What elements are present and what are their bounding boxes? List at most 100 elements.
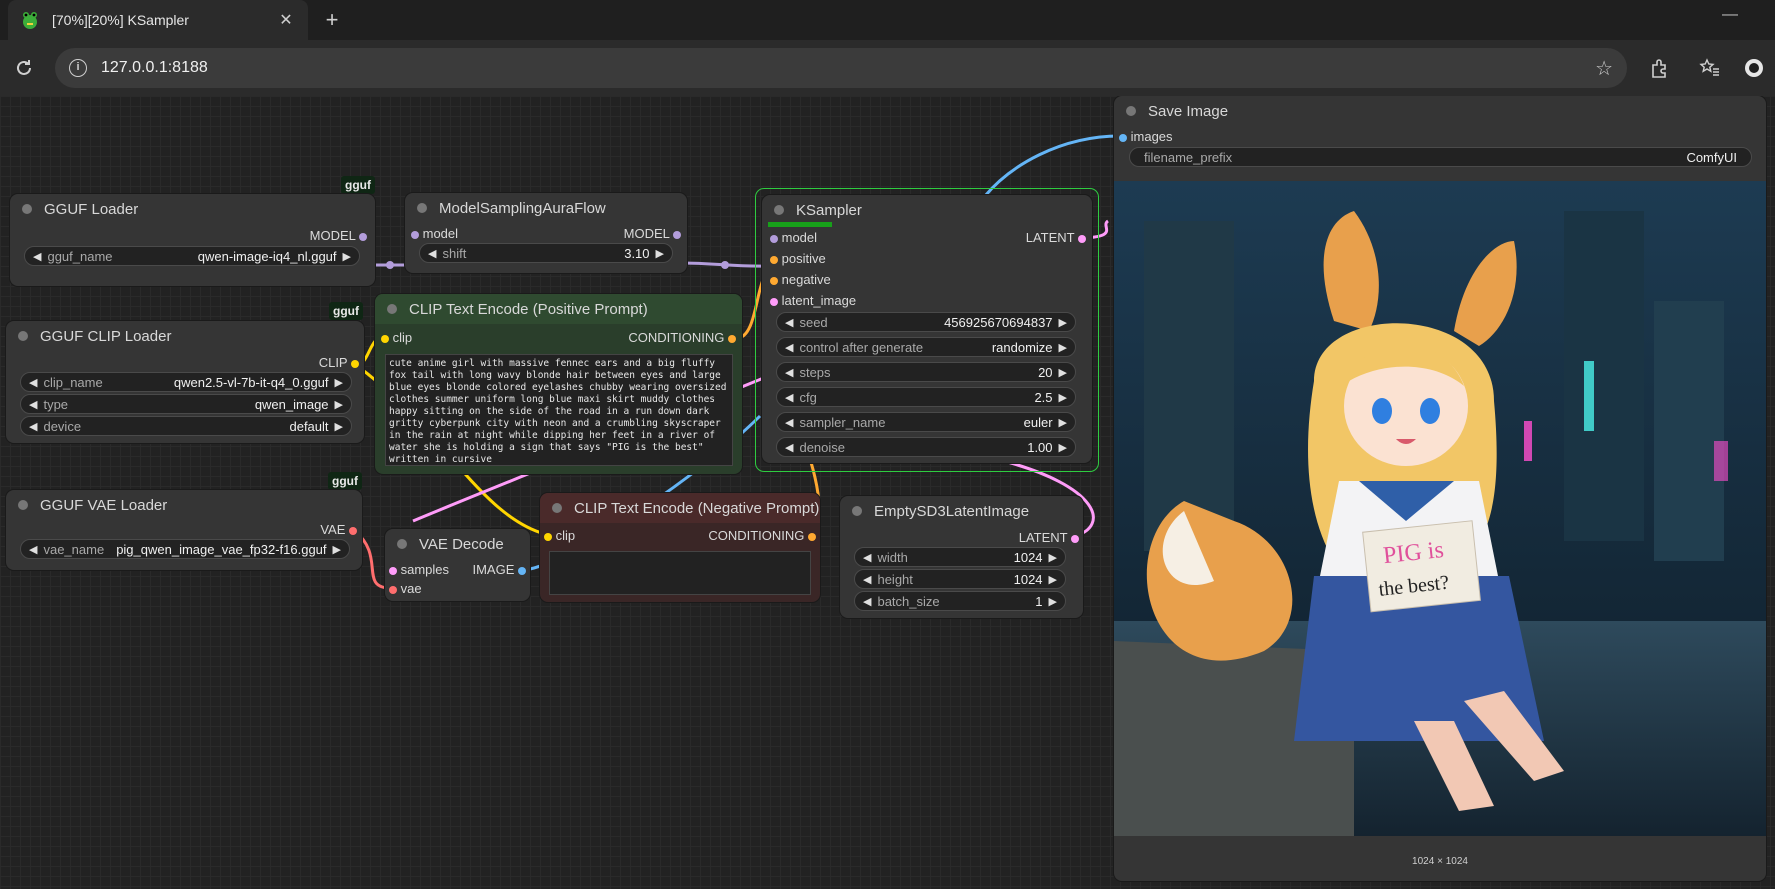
extensions-icon[interactable]: [1645, 54, 1673, 82]
denoise-widget[interactable]: ◀ denoise 1.00 ▶: [776, 437, 1076, 457]
right-arrow-icon[interactable]: ▶: [335, 376, 343, 389]
collapse-dot-icon[interactable]: [1126, 106, 1136, 116]
node-title: Save Image: [1148, 102, 1229, 120]
images-input-socket[interactable]: [1119, 133, 1127, 142]
node-title: GGUF CLIP Loader: [40, 327, 172, 345]
model-sampling-node[interactable]: ModelSamplingAuraFlow model MODEL ◀ shift…: [405, 193, 687, 273]
save-image-node[interactable]: Save Image images filename_prefix ComfyUI: [1114, 96, 1766, 881]
wire-image: [983, 134, 1121, 197]
node-title: CLIP Text Encode (Negative Prompt): [574, 499, 820, 517]
info-icon[interactable]: i: [69, 59, 87, 77]
latent-output-socket[interactable]: [1071, 534, 1079, 543]
model-output-socket[interactable]: [673, 230, 681, 239]
negative-prompt-node[interactable]: CLIP Text Encode (Negative Prompt) clip …: [540, 493, 820, 602]
sampler-name-widget[interactable]: ◀ sampler_name euler ▶: [776, 412, 1076, 432]
steps-widget[interactable]: ◀ steps 20 ▶: [776, 362, 1076, 382]
right-arrow-icon[interactable]: ▶: [335, 420, 343, 433]
node-title: ModelSamplingAuraFlow: [439, 199, 606, 217]
gguf-clip-loader-node[interactable]: GGUF CLIP Loader CLIP ◀ clip_name qwen2.5-…: [6, 321, 364, 443]
gguf-badge: gguf: [329, 302, 363, 320]
conditioning-output-socket[interactable]: [808, 532, 816, 541]
height-widget[interactable]: ◀ height 1024 ▶: [854, 569, 1066, 589]
clip-name-widget[interactable]: ◀ clip_name qwen2.5-vl-7b-it-q4_0.gguf ▶: [20, 372, 352, 392]
collapse-dot-icon[interactable]: [417, 203, 427, 213]
gguf-name-widget[interactable]: ◀ gguf_name qwen-image-iq4_nl.gguf ▶: [24, 246, 360, 266]
right-arrow-icon[interactable]: ▶: [333, 543, 341, 556]
cfg-widget[interactable]: ◀ cfg 2.5 ▶: [776, 387, 1076, 407]
node-title: VAE Decode: [419, 535, 504, 553]
collapse-dot-icon[interactable]: [552, 503, 562, 513]
left-arrow-icon[interactable]: ◀: [428, 247, 436, 260]
batch-size-widget[interactable]: ◀ batch_size 1 ▶: [854, 591, 1066, 611]
output-label: MODEL: [309, 228, 356, 243]
gguf-badge: gguf: [341, 176, 375, 194]
reload-icon[interactable]: [10, 54, 38, 82]
positive-input-socket[interactable]: [770, 255, 778, 264]
node-title: GGUF Loader: [44, 200, 139, 218]
latent-input-socket[interactable]: [770, 297, 778, 306]
model-input-socket[interactable]: [770, 234, 778, 243]
generated-image-preview: PIG is the best?: [1114, 181, 1766, 836]
right-arrow-icon[interactable]: ▶: [335, 398, 343, 411]
vae-output-socket[interactable]: [349, 526, 357, 535]
vae-name-widget[interactable]: ◀ vae_name pig_qwen_image_vae_fp32-f16.ggu…: [20, 539, 350, 559]
new-tab-button[interactable]: +: [320, 8, 344, 32]
left-arrow-icon[interactable]: ◀: [29, 543, 37, 556]
profile-icon[interactable]: [1740, 54, 1768, 82]
clip-output-socket[interactable]: [351, 359, 359, 368]
model-input-socket[interactable]: [411, 230, 419, 239]
collapse-dot-icon[interactable]: [397, 539, 407, 549]
control-after-generate-widget[interactable]: ◀ control after generate randomize ▶: [776, 337, 1076, 357]
filename-prefix-widget[interactable]: filename_prefix ComfyUI: [1129, 147, 1752, 167]
width-widget[interactable]: ◀ width 1024 ▶: [854, 547, 1066, 567]
left-arrow-icon[interactable]: ◀: [29, 420, 37, 433]
node-graph-canvas[interactable]: gguf GGUF Loader MODEL ◀ gguf_name qwen-im…: [0, 96, 1775, 889]
gguf-badge: gguf: [328, 472, 362, 490]
image-output-socket[interactable]: [518, 566, 526, 575]
browser-tab[interactable]: [70%][20%] KSampler ✕: [8, 0, 308, 40]
collapse-dot-icon[interactable]: [387, 304, 397, 314]
collapse-dot-icon[interactable]: [18, 331, 28, 341]
samples-input-socket[interactable]: [389, 566, 397, 575]
positive-prompt-node[interactable]: CLIP Text Encode (Positive Prompt) clip …: [375, 294, 742, 474]
address-bar[interactable]: i 127.0.0.1:8188 ☆: [55, 48, 1627, 88]
positive-prompt-textarea[interactable]: cute anime girl with massive fennec ears…: [385, 354, 733, 466]
node-title: GGUF VAE Loader: [40, 496, 168, 514]
shift-widget[interactable]: ◀ shift 3.10 ▶: [419, 243, 673, 263]
vae-input-socket[interactable]: [389, 585, 397, 594]
conditioning-output-socket[interactable]: [728, 334, 736, 343]
favorites-icon[interactable]: [1696, 54, 1724, 82]
left-arrow-icon[interactable]: ◀: [33, 250, 41, 263]
right-arrow-icon[interactable]: ▶: [343, 250, 351, 263]
star-icon[interactable]: ☆: [1595, 56, 1613, 81]
gguf-vae-loader-node[interactable]: GGUF VAE Loader VAE ◀ vae_name pig_qwen_im…: [6, 490, 362, 570]
model-output-socket[interactable]: [359, 232, 367, 241]
clip-input-socket[interactable]: [544, 532, 552, 541]
left-arrow-icon[interactable]: ◀: [29, 376, 37, 389]
browser-titlebar: [70%][20%] KSampler ✕ + —: [0, 0, 1775, 40]
type-widget[interactable]: ◀ type qwen_image ▶: [20, 394, 352, 414]
seed-widget[interactable]: ◀ seed 456925670694837 ▶: [776, 312, 1076, 332]
collapse-dot-icon[interactable]: [22, 204, 32, 214]
device-widget[interactable]: ◀ device default ▶: [20, 416, 352, 436]
clip-input-socket[interactable]: [381, 334, 389, 343]
tab-title: [70%][20%] KSampler: [52, 12, 189, 28]
negative-input-socket[interactable]: [770, 276, 778, 285]
negative-prompt-textarea[interactable]: [549, 551, 811, 595]
progress-bar: [768, 222, 832, 227]
image-size-label: 1024 × 1024: [1412, 856, 1468, 867]
minimize-window-icon[interactable]: —: [1718, 6, 1742, 24]
vae-decode-node[interactable]: VAE Decode samples vae IMAGE: [385, 529, 530, 601]
ksampler-node[interactable]: KSampler model positive negative latent_…: [756, 189, 1098, 471]
gguf-loader-node[interactable]: GGUF Loader MODEL ◀ gguf_name qwen-image-i…: [10, 194, 375, 286]
url-text[interactable]: 127.0.0.1:8188: [101, 59, 1595, 77]
latent-output-socket[interactable]: [1078, 234, 1086, 243]
node-title: CLIP Text Encode (Positive Prompt): [409, 300, 648, 318]
left-arrow-icon[interactable]: ◀: [29, 398, 37, 411]
collapse-dot-icon[interactable]: [18, 500, 28, 510]
empty-latent-node[interactable]: EmptySD3LatentImage LATENT ◀ width 1024 ▶ ◀…: [840, 496, 1083, 618]
collapse-dot-icon[interactable]: [774, 205, 784, 215]
collapse-dot-icon[interactable]: [852, 506, 862, 516]
close-tab-icon[interactable]: ✕: [276, 10, 296, 30]
right-arrow-icon[interactable]: ▶: [656, 247, 664, 260]
